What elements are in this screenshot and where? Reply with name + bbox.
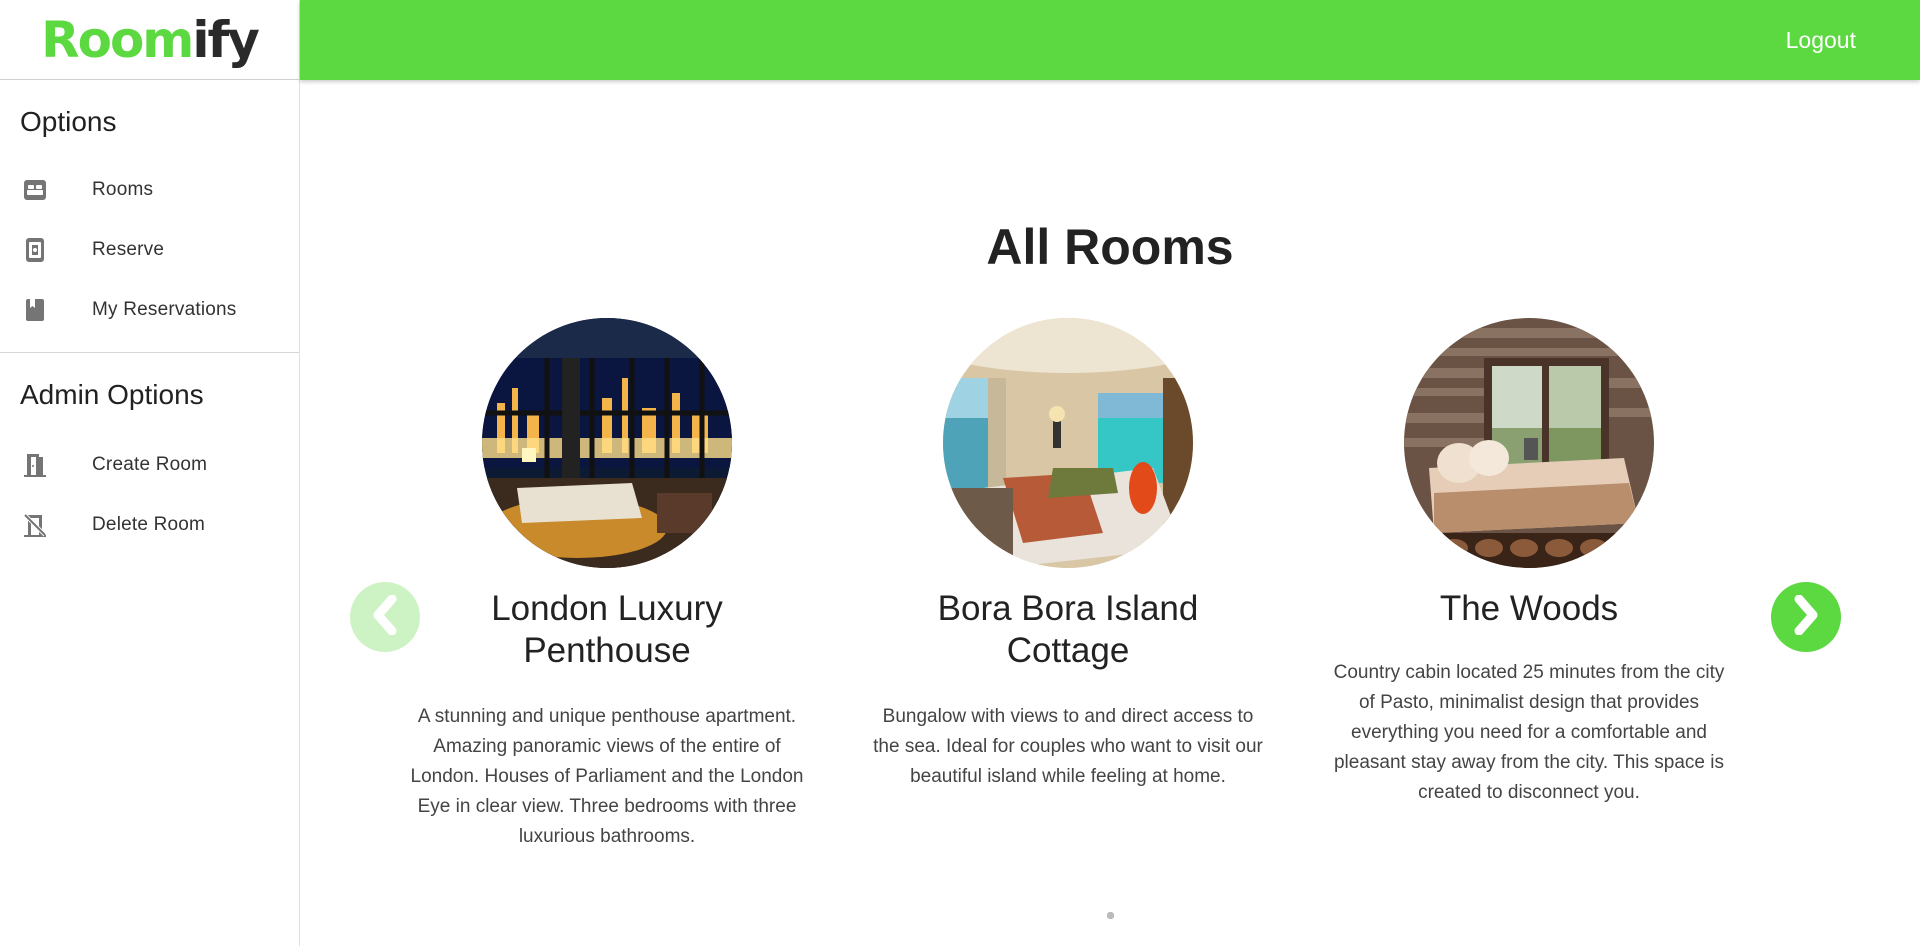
- door-off-icon: [22, 512, 48, 538]
- room-name: The Woods: [1439, 589, 1619, 628]
- door-open-icon: [22, 452, 48, 478]
- logo-area: Roomify: [0, 0, 299, 80]
- logo-text-room: Room: [41, 10, 194, 69]
- page-title: All Rooms: [986, 219, 1234, 275]
- sidebar-item-label: Delete Room: [92, 514, 206, 535]
- sidebar-item-rooms[interactable]: Rooms: [0, 160, 299, 220]
- carousel-prev-button[interactable]: [350, 582, 420, 652]
- room-description: Country cabin located 25 minutes from th…: [1333, 662, 1725, 803]
- room-name: London Luxury Penthouse: [491, 589, 723, 670]
- sidebar-item-label: Reserve: [92, 239, 165, 260]
- safe-icon: [22, 237, 48, 263]
- logout-button[interactable]: Logout: [1786, 0, 1856, 80]
- bed-icon: [22, 177, 48, 203]
- bookmark-book-icon: [22, 297, 48, 323]
- room-description: Bungalow with views to and direct access…: [873, 706, 1263, 787]
- room-description: A stunning and unique penthouse apartmen…: [410, 706, 804, 847]
- sidebar-item-label: Rooms: [92, 179, 154, 200]
- carousel-pagination: [300, 912, 1920, 919]
- room-card: The Woods Country cabin located 25 minut…: [1324, 318, 1734, 808]
- roomify-logo[interactable]: Roomify: [41, 10, 260, 69]
- room-name: Bora Bora Island Cottage: [937, 589, 1199, 670]
- room-photo[interactable]: [943, 318, 1193, 568]
- room-photo[interactable]: [1404, 318, 1654, 568]
- sidebar-item-my-reservations[interactable]: My Reservations: [0, 280, 299, 340]
- sidebar-item-reserve[interactable]: Reserve: [0, 220, 299, 280]
- sidebar: Roomify Options Rooms Reserve My Reserva…: [0, 0, 300, 946]
- sidebar-item-delete-room[interactable]: Delete Room: [0, 495, 299, 555]
- admin-options-heading: Admin Options: [20, 379, 204, 410]
- sidebar-item-label: My Reservations: [92, 299, 237, 320]
- chevron-right-icon: [1789, 594, 1823, 640]
- main-content: All Rooms London Luxury Penthouse A stun…: [300, 80, 1920, 946]
- options-heading: Options: [20, 106, 117, 137]
- chevron-left-icon: [368, 594, 402, 640]
- sidebar-item-create-room[interactable]: Create Room: [0, 435, 299, 495]
- top-app-bar: Logout: [300, 0, 1920, 80]
- room-card: Bora Bora Island Cottage Bungalow with v…: [863, 318, 1273, 792]
- sidebar-item-label: Create Room: [92, 454, 208, 475]
- room-card: London Luxury Penthouse A stunning and u…: [402, 318, 812, 852]
- carousel-next-button[interactable]: [1771, 582, 1841, 652]
- logo-text-ify: ify: [192, 10, 259, 69]
- room-photo[interactable]: [482, 318, 732, 568]
- carousel-dot-4[interactable]: [1106, 912, 1114, 919]
